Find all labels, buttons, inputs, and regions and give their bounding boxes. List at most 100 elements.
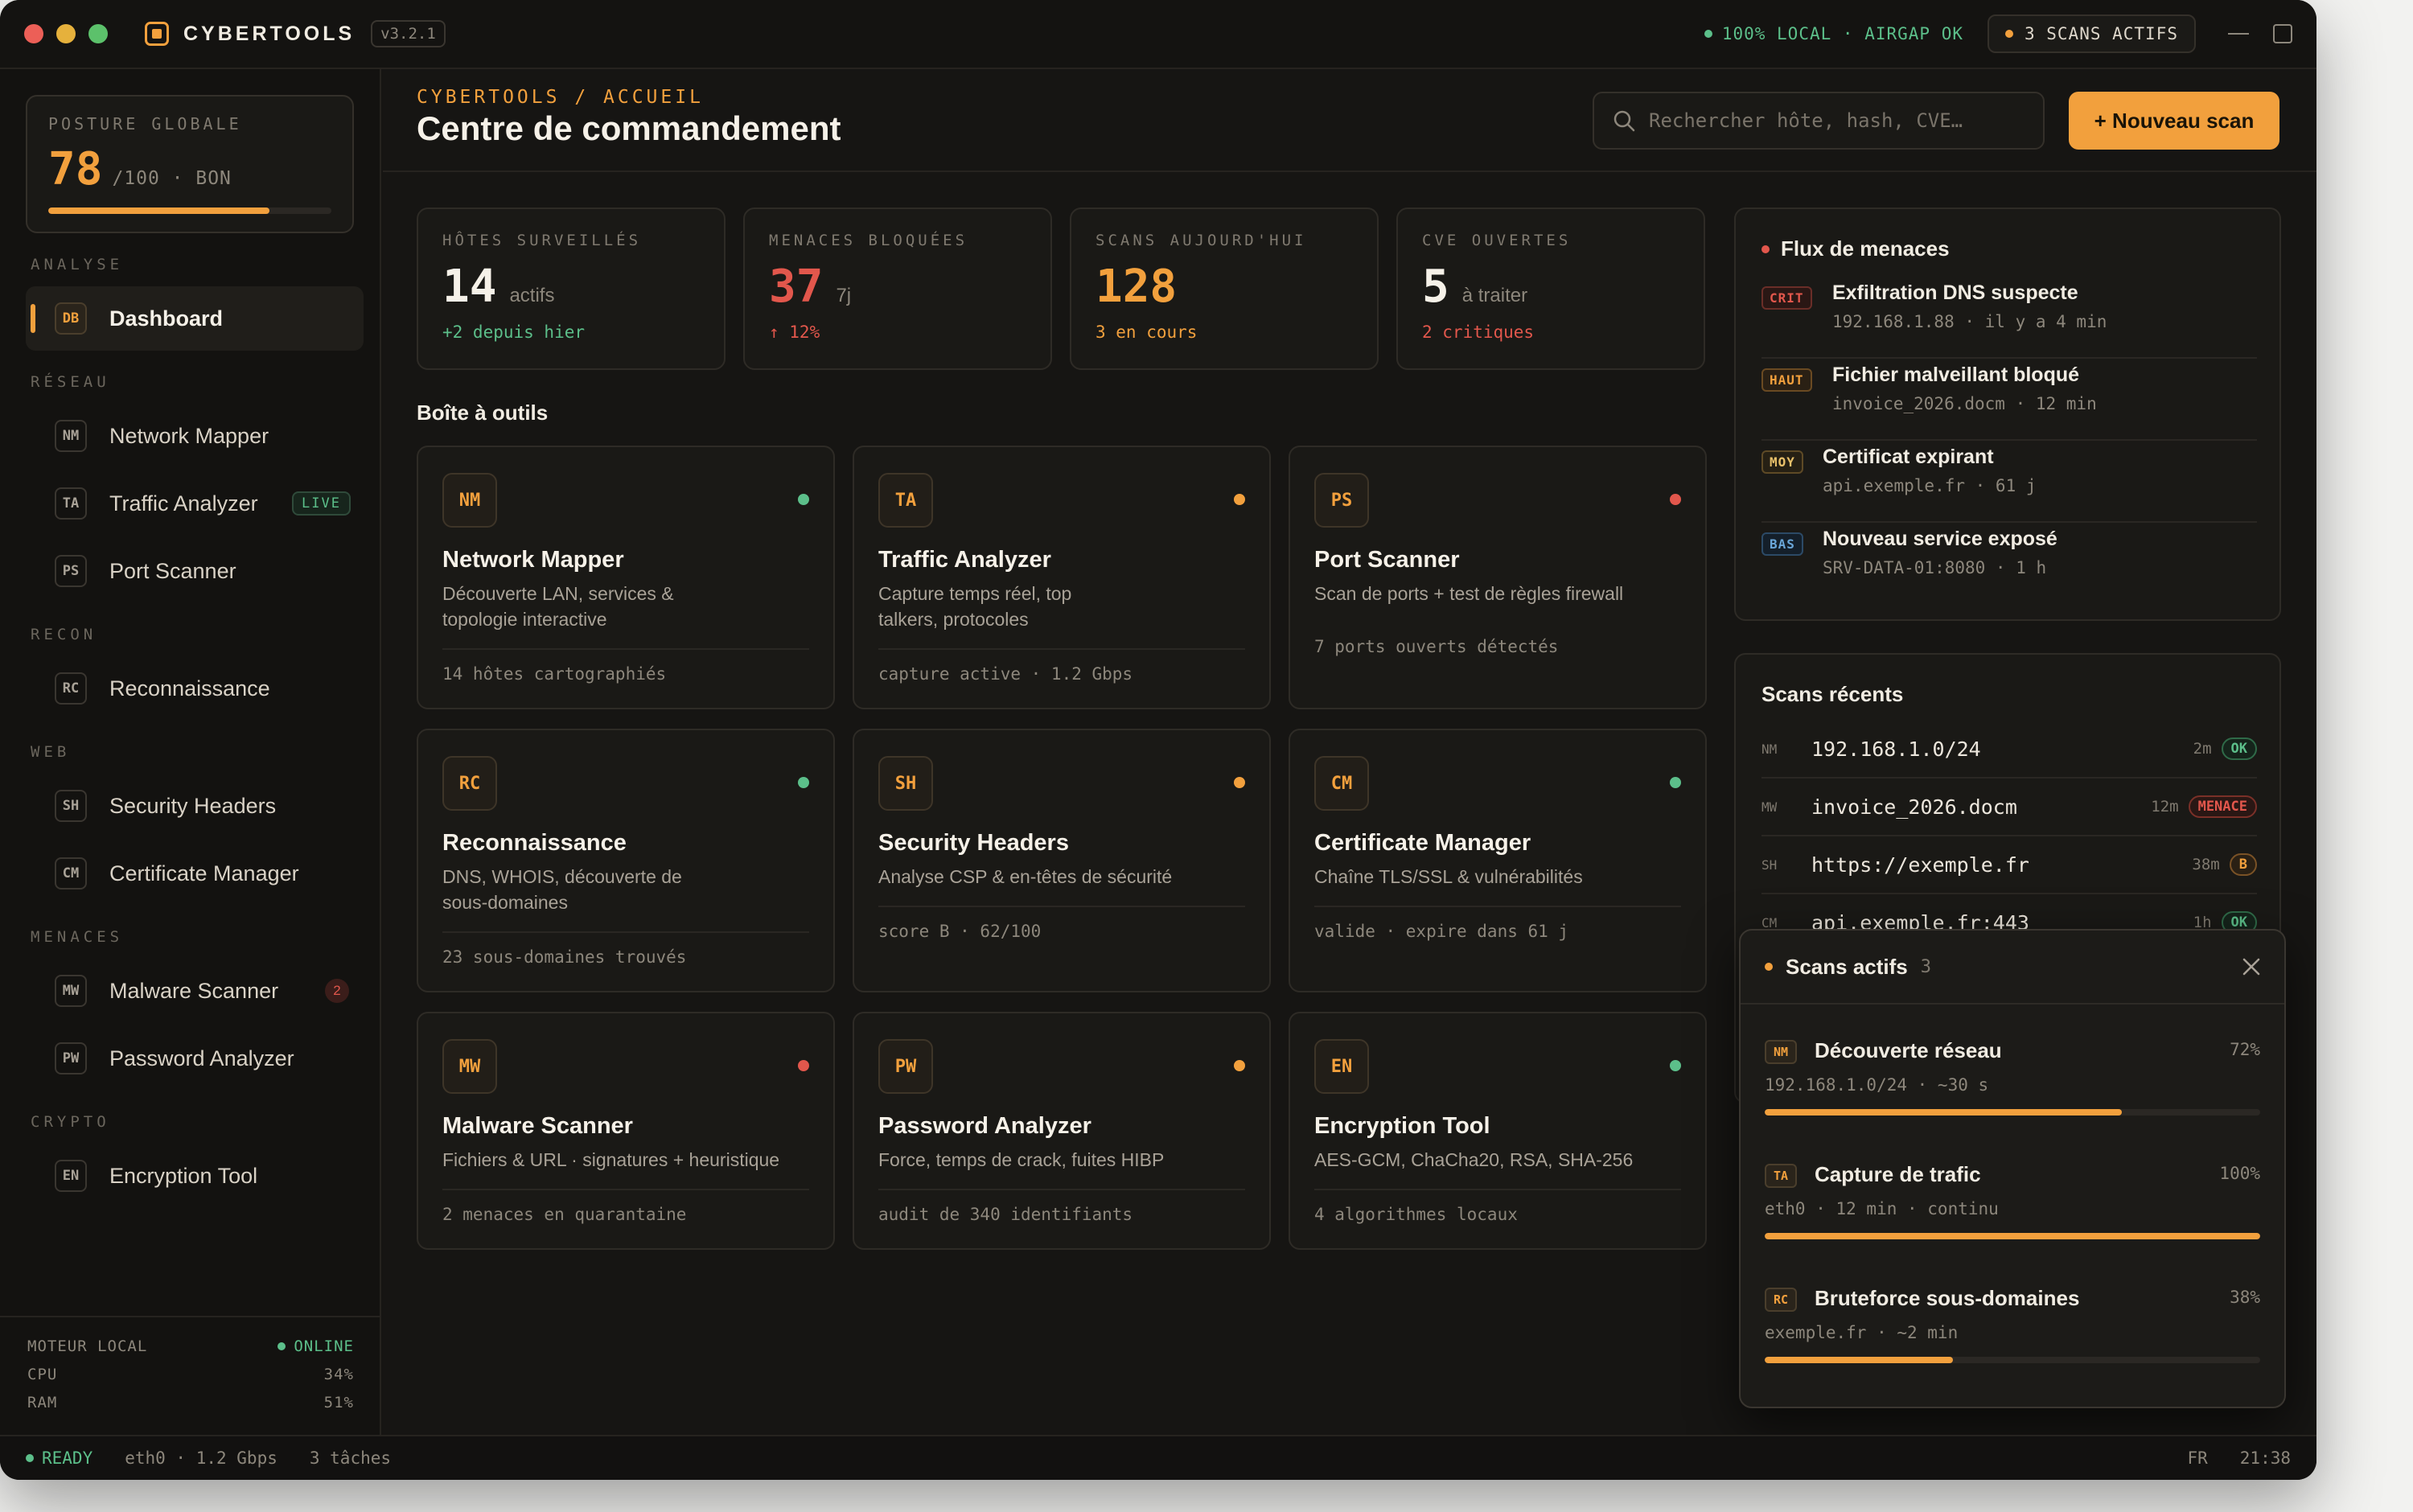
threat-title: Nouveau service exposé — [1823, 528, 2057, 550]
tool-card-port-scanner[interactable]: PS Port Scanner Scan de ports + test de … — [1289, 446, 1707, 709]
stat-unit: actifs — [509, 285, 555, 306]
stat-card-cve[interactable]: CVE OUVERTES 5 à traiter 2 critiques — [1396, 207, 1705, 370]
severity-badge: BAS — [1761, 532, 1803, 556]
stat-card-hosts[interactable]: HÔTES SURVEILLÉS 14 actifs +2 depuis hier — [417, 207, 726, 370]
tool-card-certificate-manager[interactable]: CM Certificate Manager Chaîne TLS/SSL & … — [1289, 729, 1707, 992]
posture-suffix: /100 · BON — [112, 168, 232, 189]
sidebar-item-security-headers[interactable]: SH Security Headers — [26, 774, 364, 838]
close-icon[interactable] — [2239, 955, 2263, 979]
sidebar-item-label: Port Scanner — [109, 558, 236, 583]
ready-status: READY — [42, 1448, 93, 1468]
sidebar-item-reconnaissance[interactable]: RC Reconnaissance — [26, 656, 364, 721]
password-analyzer-icon: PW — [878, 1039, 933, 1094]
threat-sub: SRV-DATA-01:8080 · 1 h — [1823, 558, 2047, 577]
threat-item[interactable]: CRIT Exfiltration DNS suspecte 192.168.1… — [1761, 277, 2257, 359]
tool-name: Network Mapper — [442, 547, 624, 573]
tool-footer: 4 algorithmes locaux — [1314, 1189, 1681, 1224]
tool-card-malware-scanner[interactable]: MW Malware Scanner Fichiers & URL · sign… — [417, 1012, 835, 1250]
recent-scan-row[interactable]: MW invoice_2026.docm 12m MENACE — [1761, 779, 2257, 836]
sidebar-item-password-analyzer[interactable]: PW Password Analyzer — [26, 1026, 364, 1091]
active-scans-button[interactable]: 3 SCANS ACTIFS — [1987, 14, 2196, 53]
severity-badge: MOY — [1761, 450, 1803, 474]
sidebar-item-malware-scanner[interactable]: MW Malware Scanner 2 — [26, 959, 364, 1023]
threat-count-badge: 2 — [325, 979, 349, 1003]
online-dot-icon — [277, 1341, 286, 1350]
stat-value: 5 — [1422, 261, 1449, 313]
progress-bar — [1765, 1357, 2260, 1363]
active-scan-title: Capture de trafic — [1815, 1162, 1981, 1186]
maximize-icon[interactable] — [2273, 24, 2292, 43]
progress-fill — [1765, 1357, 1954, 1363]
threat-item[interactable]: BAS Nouveau service exposé SRV-DATA-01:8… — [1761, 523, 2257, 605]
active-scans-popover: Scans actifs 3 NM Découverte réseau 72% … — [1739, 929, 2286, 1408]
active-scan-item[interactable]: TA Capture de trafic 100% eth0 · 12 min … — [1765, 1162, 2260, 1259]
ram-label: RAM — [27, 1393, 58, 1411]
sidebar-item-label: Reconnaissance — [109, 676, 270, 701]
search-box[interactable] — [1593, 92, 2045, 150]
active-scan-sub: 192.168.1.0/24 · ~30 s — [1765, 1075, 1989, 1095]
scan-type-icon: NM — [1765, 1040, 1797, 1064]
tool-description: DNS, WHOIS, découverte de sous-domaines — [442, 866, 682, 913]
tool-card-network-mapper[interactable]: NM Network Mapper Découverte LAN, servic… — [417, 446, 835, 709]
scan-target: 192.168.1.0/24 — [1811, 737, 1981, 761]
tool-footer: 7 ports ouverts détectés — [1314, 637, 1559, 656]
stat-card-scans[interactable]: SCANS AUJOURD'HUI 128 3 en cours — [1070, 207, 1379, 370]
threat-item[interactable]: MOY Certificat expirant api.exemple.fr ·… — [1761, 441, 2257, 523]
tool-name: Certificate Manager — [1314, 830, 1531, 856]
tool-name: Security Headers — [878, 830, 1069, 856]
search-input[interactable] — [1649, 109, 2027, 132]
close-window-button[interactable] — [24, 24, 43, 43]
recent-scan-row[interactable]: NM 192.168.1.0/24 2m OK — [1761, 721, 2257, 779]
status-bar: READY eth0 · 1.2 Gbps 3 tâches FR 21:38 — [0, 1435, 2316, 1480]
progress-bar — [1765, 1233, 2260, 1239]
tool-footer: capture active · 1.2 Gbps — [878, 648, 1245, 684]
clock: 21:38 — [2239, 1448, 2291, 1468]
active-scan-item[interactable]: RC Bruteforce sous-domaines 38% exemple.… — [1765, 1286, 2260, 1383]
reconnaissance-icon: RC — [55, 672, 87, 705]
stat-sub: +2 depuis hier — [442, 323, 586, 342]
stat-sub: 3 en cours — [1096, 323, 1198, 342]
tool-description: Découverte LAN, services & topologie int… — [442, 583, 674, 630]
app-brand: CYBERTOOLS — [183, 22, 356, 45]
posture-bar — [48, 207, 331, 214]
tool-name: Port Scanner — [1314, 547, 1460, 573]
tool-card-reconnaissance[interactable]: RC Reconnaissance DNS, WHOIS, découverte… — [417, 729, 835, 992]
tool-card-password-analyzer[interactable]: PW Password Analyzer Force, temps de cra… — [853, 1012, 1271, 1250]
cpu-value: 34% — [323, 1365, 354, 1383]
active-scan-item[interactable]: NM Découverte réseau 72% 192.168.1.0/24 … — [1765, 1038, 2260, 1135]
scan-type: CM — [1761, 914, 1778, 931]
tool-card-traffic-analyzer[interactable]: TA Traffic Analyzer Capture temps réel, … — [853, 446, 1271, 709]
scan-type: MW — [1761, 799, 1778, 815]
stat-unit: 7j — [836, 285, 852, 306]
progress-bar — [1765, 1109, 2260, 1116]
minimize-window-button[interactable] — [56, 24, 76, 43]
tool-card-security-headers[interactable]: SH Security Headers Analyse CSP & en-têt… — [853, 729, 1271, 992]
sidebar-item-traffic-analyzer[interactable]: TA Traffic Analyzer LIVE — [26, 471, 364, 536]
sidebar-item-port-scanner[interactable]: PS Port Scanner — [26, 539, 364, 603]
breadcrumb[interactable]: CYBERTOOLS / ACCUEIL — [417, 87, 704, 108]
active-scan-title: Bruteforce sous-domaines — [1815, 1286, 2080, 1310]
section-crypto: CRYPTO — [31, 1113, 110, 1131]
active-scans-label: 3 SCANS ACTIFS — [2024, 24, 2178, 43]
status-dot-icon — [798, 777, 809, 788]
threat-item[interactable]: HAUT Fichier malveillant bloqué invoice_… — [1761, 359, 2257, 441]
minimize-icon[interactable] — [2228, 33, 2249, 35]
sidebar-item-network-mapper[interactable]: NM Network Mapper — [26, 404, 364, 468]
sidebar-item-certificate-manager[interactable]: CM Certificate Manager — [26, 841, 364, 906]
sidebar-item-dashboard[interactable]: DB Dashboard — [26, 286, 364, 351]
zoom-window-button[interactable] — [88, 24, 108, 43]
section-reseau: RÉSEAU — [31, 373, 110, 391]
scan-type-icon: RC — [1765, 1288, 1797, 1312]
tool-card-encryption-tool[interactable]: EN Encryption Tool AES-GCM, ChaCha20, RS… — [1289, 1012, 1707, 1250]
language-indicator[interactable]: FR — [2187, 1448, 2207, 1468]
recent-scan-row[interactable]: SH https://exemple.fr 38m B — [1761, 836, 2257, 894]
new-scan-button[interactable]: + Nouveau scan — [2069, 92, 2279, 150]
logo-icon — [145, 22, 169, 46]
stat-card-threats[interactable]: MENACES BLOQUÉES 37 7j ↑ 12% — [743, 207, 1052, 370]
cpu-label: CPU — [27, 1365, 58, 1383]
severity-badge: CRIT — [1761, 286, 1812, 310]
sidebar-item-encryption-tool[interactable]: EN Encryption Tool — [26, 1144, 364, 1208]
window-controls — [24, 24, 108, 43]
search-icon — [1613, 110, 1635, 132]
active-scan-percent: 100% — [2219, 1164, 2260, 1183]
